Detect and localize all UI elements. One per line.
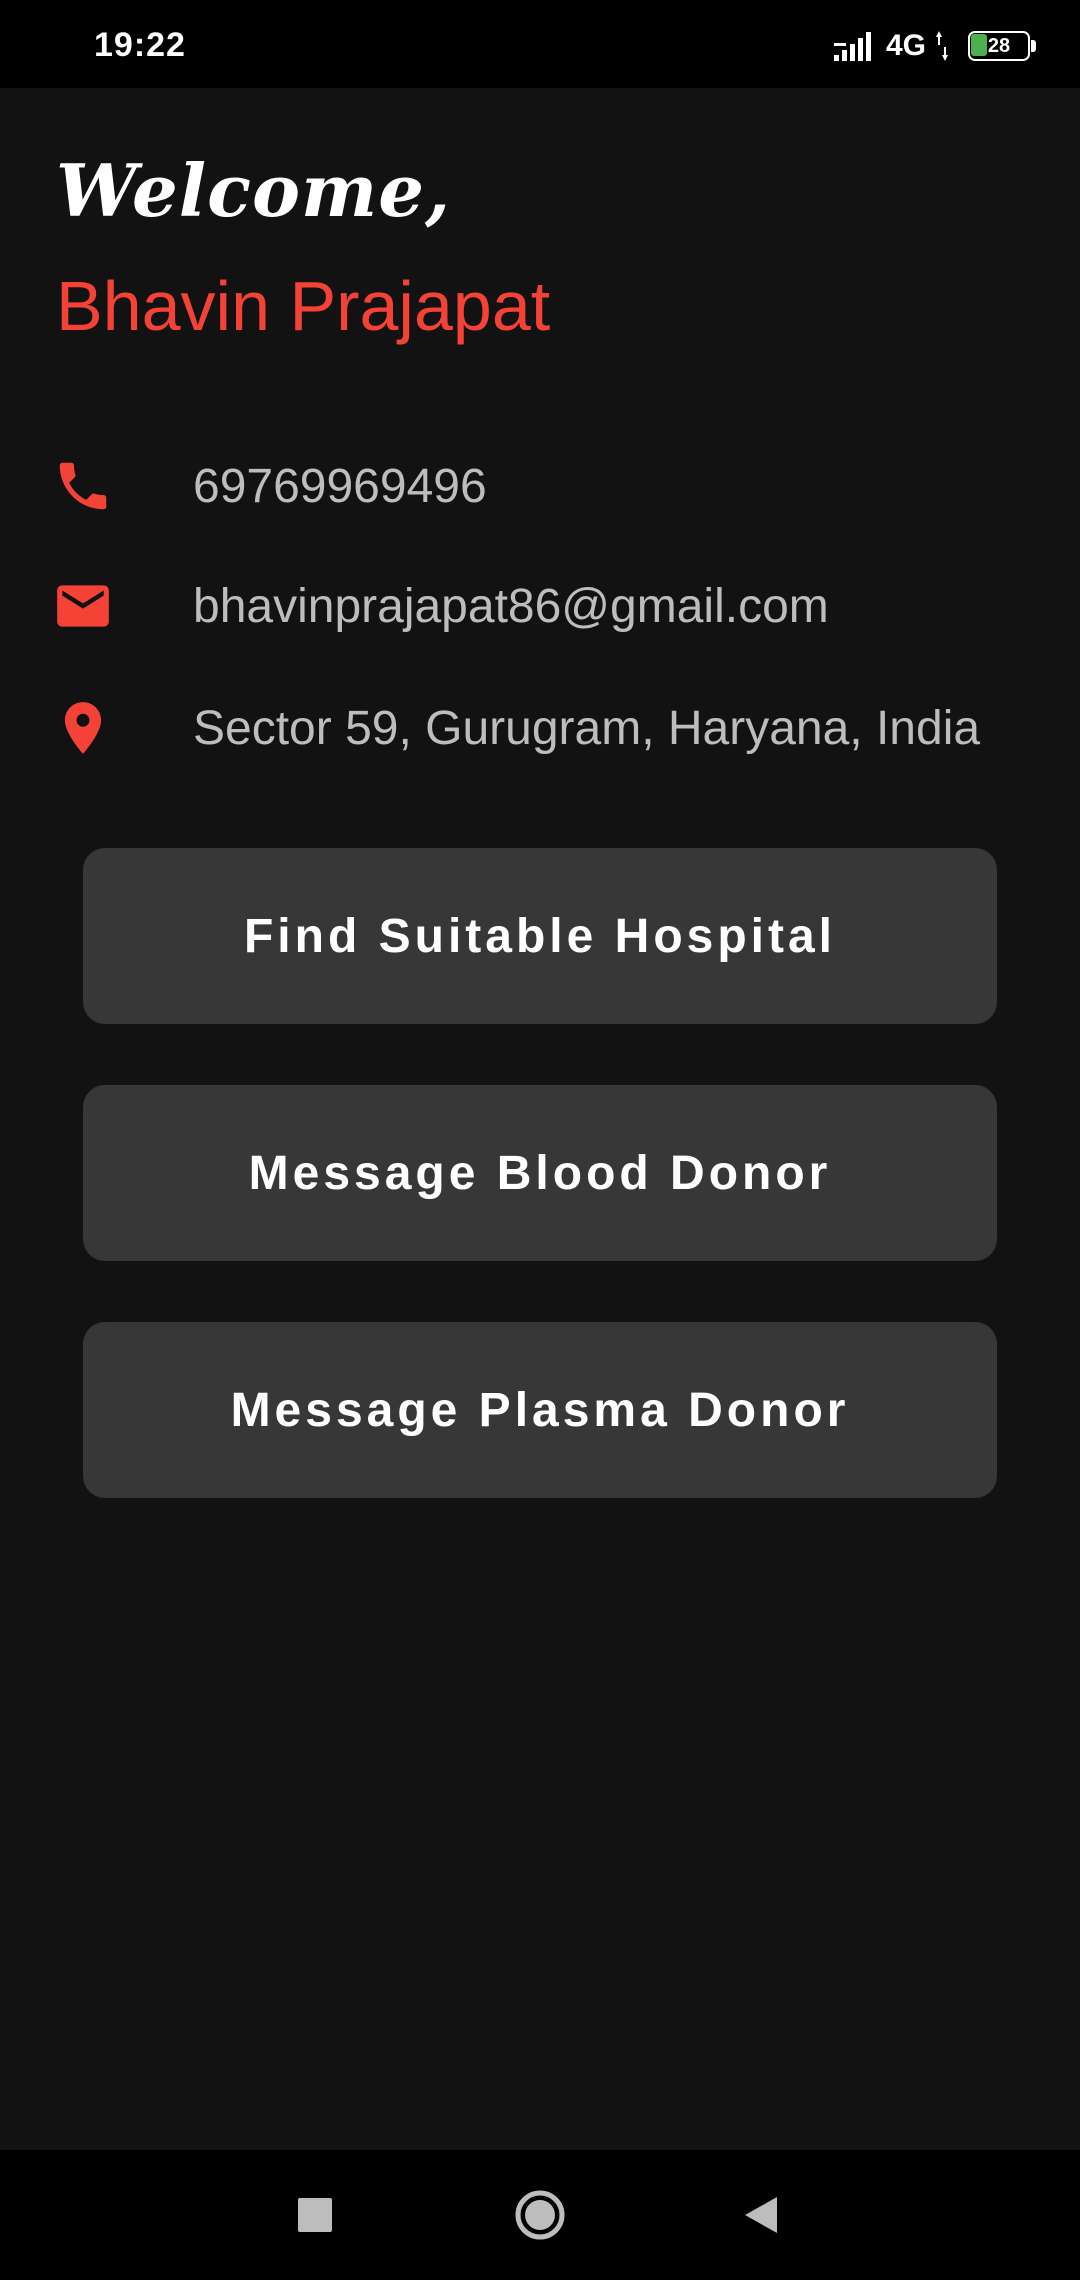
- status-bar: 19:22 4G 28: [0, 0, 1080, 88]
- circle-icon: [515, 2190, 565, 2240]
- find-hospital-button[interactable]: Find Suitable Hospital: [83, 848, 997, 1024]
- data-activity-icon: [936, 31, 948, 61]
- battery-icon: 28: [968, 31, 1036, 61]
- recent-apps-button[interactable]: [250, 2150, 380, 2280]
- square-icon: [298, 2198, 332, 2232]
- battery-level: 28: [987, 35, 1011, 57]
- phone-row: 69769969496: [52, 446, 1052, 526]
- address: Sector 59, Gurugram, Haryana, India: [193, 701, 981, 755]
- email-address: bhavinprajapat86@gmail.com: [193, 579, 829, 633]
- back-button[interactable]: [696, 2150, 826, 2280]
- status-time: 19:22: [94, 26, 186, 64]
- phone-number: 69769969496: [193, 459, 487, 513]
- message-blood-donor-button[interactable]: Message Blood Donor: [83, 1085, 997, 1261]
- location-pin-icon: [64, 702, 102, 754]
- back-triangle-icon: [745, 2197, 777, 2233]
- home-button[interactable]: [475, 2150, 605, 2280]
- welcome-heading: Welcome,: [56, 148, 452, 233]
- status-indicators: 4G 28: [833, 26, 1036, 66]
- signal-strength-icon: [833, 32, 871, 61]
- profile-screen: Welcome, Bhavin Prajapat 69769969496 bha…: [0, 88, 1080, 2150]
- mail-icon: [57, 585, 109, 627]
- navigation-bar: [0, 2150, 1080, 2280]
- message-plasma-donor-button[interactable]: Message Plasma Donor: [83, 1322, 997, 1498]
- user-name: Bhavin Prajapat: [56, 267, 551, 345]
- address-row: Sector 59, Gurugram, Haryana, India: [52, 688, 1052, 768]
- phone-icon: [59, 462, 107, 510]
- network-type-label: 4G: [885, 29, 926, 62]
- email-row: bhavinprajapat86@gmail.com: [52, 566, 1052, 646]
